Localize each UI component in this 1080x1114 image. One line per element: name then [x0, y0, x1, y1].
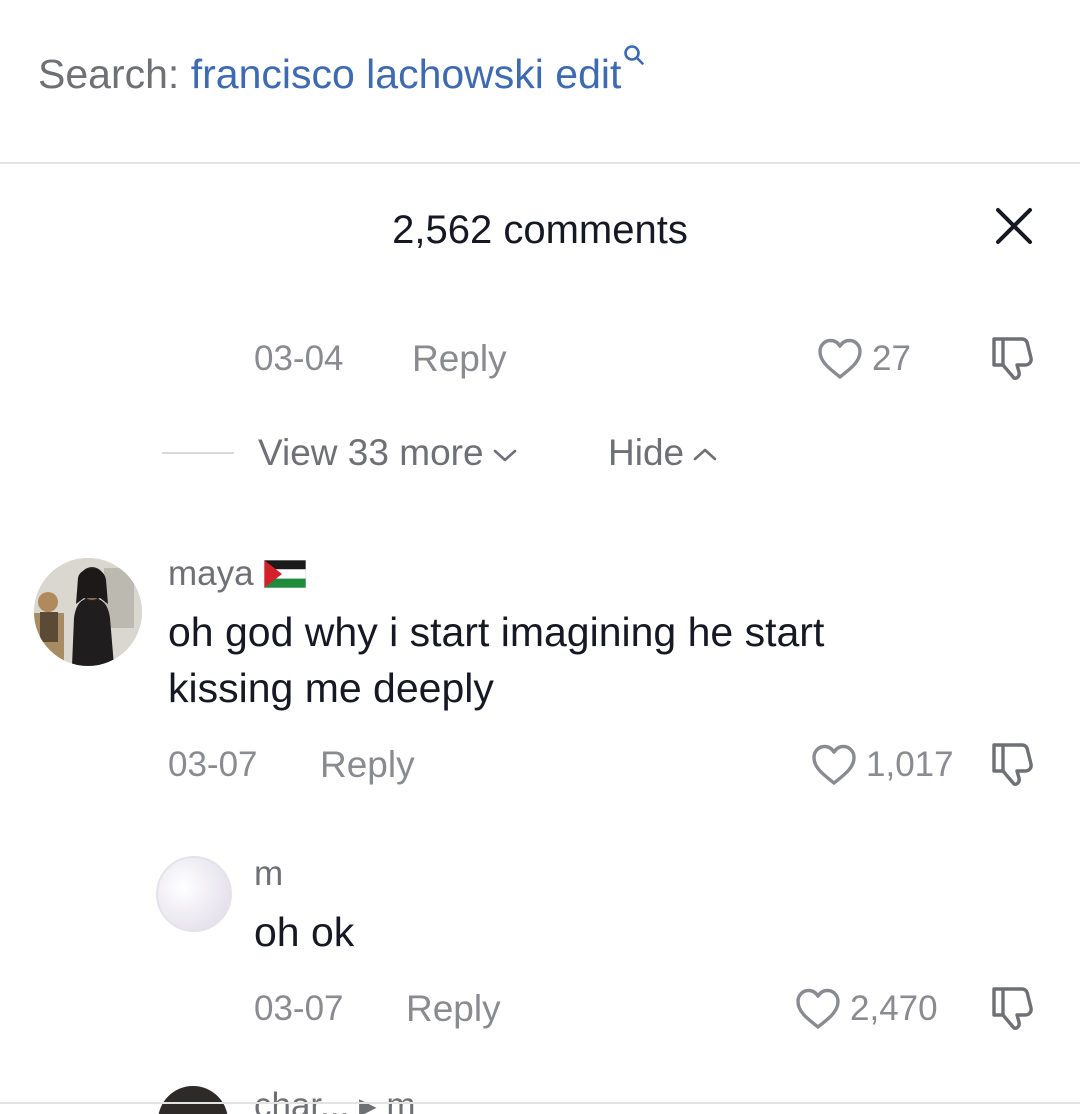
- comment-line: kissing me deeply: [168, 665, 494, 711]
- comment-date: 03-07: [254, 989, 344, 1028]
- dislike-icon[interactable]: [988, 334, 1040, 382]
- like-button[interactable]: 2,470: [794, 986, 938, 1032]
- comment-body: oh god why i start imagining he start ki…: [168, 604, 1028, 716]
- comment-username[interactable]: maya: [168, 552, 306, 596]
- comment-line: oh god why i start imagining he start: [168, 609, 825, 655]
- heart-icon: [812, 744, 856, 785]
- heart-icon: [796, 988, 840, 1029]
- search-label[interactable]: Search: francisco lachowski edit: [38, 45, 645, 100]
- dislike-icon[interactable]: [988, 740, 1040, 788]
- comment-username[interactable]: char... ▸ m: [254, 1084, 416, 1114]
- view-more-label: View 33 more: [258, 432, 484, 473]
- like-count: 27: [872, 339, 911, 378]
- close-icon[interactable]: [990, 202, 1038, 250]
- avatar[interactable]: [156, 856, 232, 932]
- like-count: 2,470: [850, 989, 938, 1028]
- thread-divider: [162, 452, 234, 454]
- comment-date: 03-04: [254, 339, 344, 378]
- search-prefix: Search:: [38, 51, 180, 97]
- view-more-replies-button[interactable]: View 33 more: [258, 428, 518, 478]
- comment-username[interactable]: m: [254, 852, 283, 896]
- bottom-divider: [0, 1102, 1080, 1104]
- comment-body: oh ok: [254, 909, 355, 955]
- chevron-down-icon: [493, 449, 516, 462]
- username-text: maya: [168, 554, 254, 593]
- search-query[interactable]: francisco lachowski edit: [191, 51, 622, 97]
- avatar[interactable]: [34, 558, 142, 666]
- hide-replies-button[interactable]: Hide: [608, 428, 718, 478]
- heart-icon: [818, 338, 862, 379]
- reply-button[interactable]: Reply: [320, 740, 415, 790]
- prev-comment-meta: 03-04 Reply 27: [0, 334, 1080, 384]
- like-button[interactable]: 1,017: [810, 742, 954, 788]
- comments-screen: Search: francisco lachowski edit 2,562 c…: [0, 0, 1080, 1114]
- palestine-flag-icon: [263, 560, 306, 588]
- avatar-image: [34, 558, 142, 666]
- dislike-icon[interactable]: [988, 984, 1040, 1032]
- reply-button[interactable]: Reply: [406, 984, 501, 1034]
- reply-button[interactable]: Reply: [412, 334, 507, 384]
- like-count: 1,017: [866, 745, 954, 784]
- avatar[interactable]: [158, 1086, 228, 1114]
- chevron-up-icon: [693, 448, 717, 461]
- comment-date: 03-07: [168, 745, 258, 784]
- comments-count-title: 2,562 comments: [392, 208, 688, 252]
- comment-meta: 03-07 Reply 2,470: [0, 984, 1080, 1034]
- search-icon[interactable]: [623, 44, 645, 66]
- search-bar[interactable]: Search: francisco lachowski edit: [0, 0, 1080, 164]
- like-button[interactable]: 27: [816, 336, 911, 382]
- comment-meta: 03-07 Reply 1,017: [0, 740, 1080, 790]
- hide-label: Hide: [608, 432, 685, 473]
